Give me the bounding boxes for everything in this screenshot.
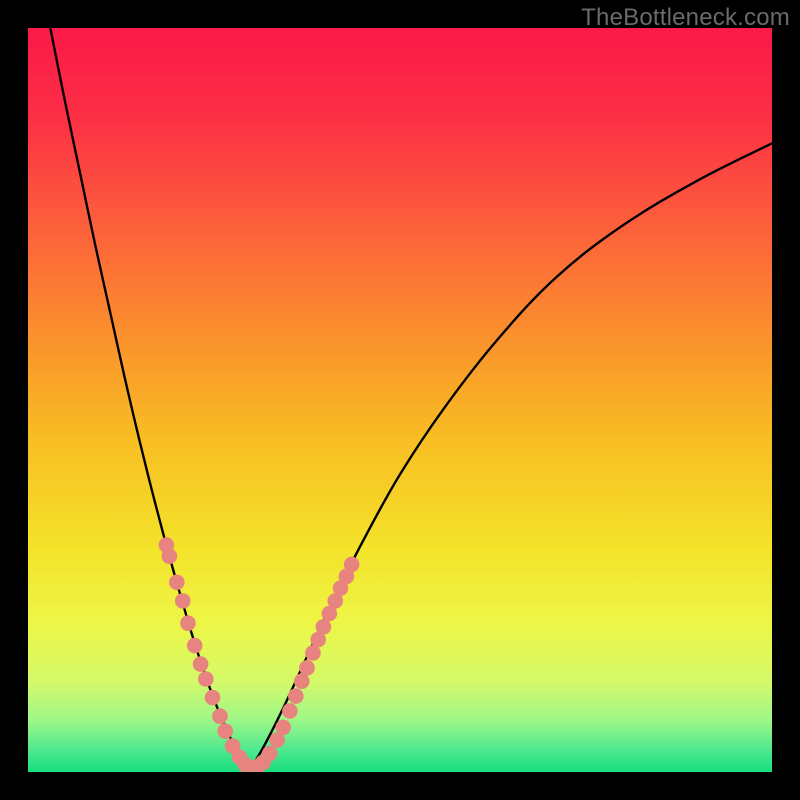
highlight-dot <box>187 638 203 654</box>
highlight-dot <box>305 645 321 661</box>
highlight-dot <box>299 660 315 676</box>
plot-area <box>28 28 772 772</box>
highlight-dot <box>282 703 298 719</box>
highlight-dot <box>162 548 178 564</box>
highlight-dot <box>344 557 360 573</box>
watermark-text: TheBottleneck.com <box>581 4 790 32</box>
highlight-dot <box>294 673 310 689</box>
highlight-dot <box>175 593 191 609</box>
highlight-dot <box>198 671 214 687</box>
highlight-dot <box>262 746 278 762</box>
highlight-dot <box>169 574 185 590</box>
left-curve <box>50 28 251 768</box>
chart-frame: TheBottleneck.com <box>0 0 800 800</box>
highlight-dot <box>316 619 332 635</box>
highlight-dot <box>180 615 196 631</box>
highlight-dot <box>193 656 209 672</box>
highlight-dot <box>275 720 291 736</box>
highlight-dot <box>212 708 228 724</box>
highlight-dot <box>288 688 304 704</box>
chart-svg <box>28 28 772 772</box>
highlight-dots <box>159 537 360 772</box>
highlight-dot <box>205 690 221 706</box>
right-curve <box>251 143 772 768</box>
highlight-dot <box>217 723 233 739</box>
